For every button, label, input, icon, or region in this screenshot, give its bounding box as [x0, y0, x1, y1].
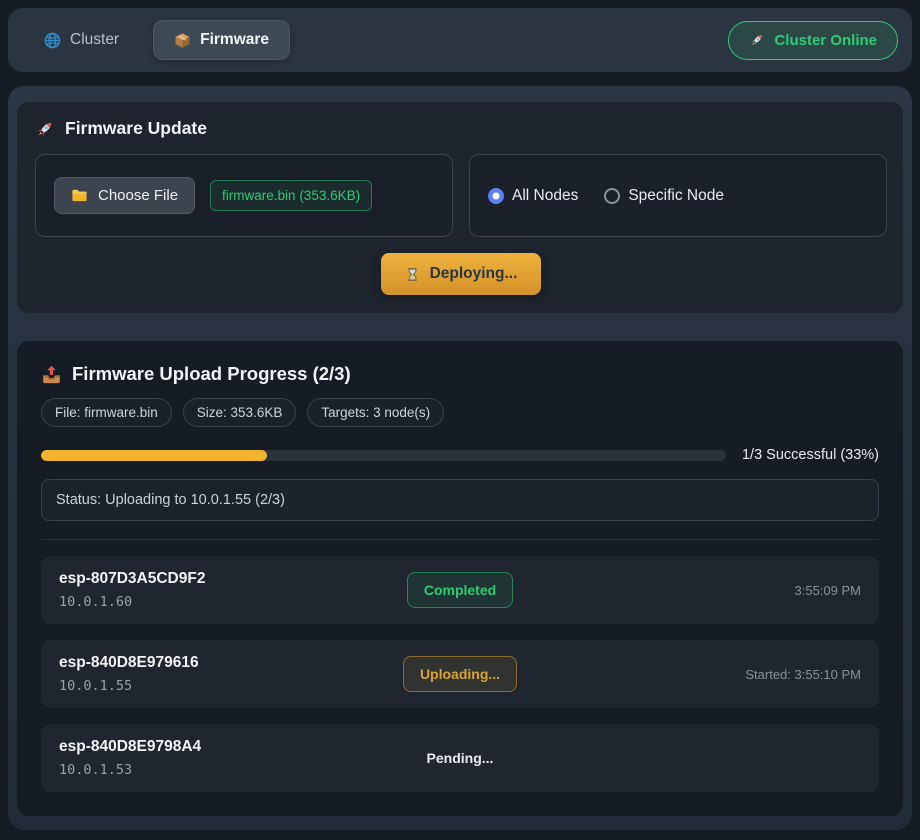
firmware-update-title: Firmware Update — [35, 118, 887, 139]
node-ip: 10.0.1.55 — [59, 678, 403, 694]
tab-cluster-label: Cluster — [70, 31, 119, 49]
node-row: esp-840D8E9798A4 10.0.1.53 Pending... — [41, 724, 879, 792]
package-icon — [174, 32, 191, 49]
progress-bar — [41, 450, 726, 461]
node-status-badge: Pending... — [427, 741, 494, 775]
upload-progress-card: Firmware Upload Progress (2/3) File: fir… — [17, 341, 903, 816]
node-name: esp-840D8E979616 — [59, 654, 403, 672]
file-select-panel: Choose File firmware.bin (353.6KB) — [35, 154, 453, 237]
deploy-button-label: Deploying... — [430, 265, 518, 283]
deploy-button[interactable]: Deploying... — [381, 253, 542, 295]
node-ip: 10.0.1.60 — [59, 594, 407, 610]
app-root: Cluster Firmware — [8, 8, 912, 830]
node-info: esp-807D3A5CD9F2 10.0.1.60 — [59, 570, 407, 610]
node-timestamp: Started: 3:55:10 PM — [745, 667, 861, 682]
nav-tabs: Cluster Firmware — [28, 20, 290, 60]
node-timestamp: 3:55:09 PM — [795, 583, 862, 598]
progress-label: 1/3 Successful (33%) — [742, 447, 879, 463]
choose-file-label: Choose File — [98, 187, 178, 204]
rocket-icon — [749, 32, 765, 48]
node-name: esp-807D3A5CD9F2 — [59, 570, 407, 588]
top-navbar: Cluster Firmware — [8, 8, 912, 72]
globe-icon — [44, 32, 61, 49]
node-row: esp-840D8E979616 10.0.1.55 Uploading... … — [41, 640, 879, 708]
tab-firmware-label: Firmware — [200, 31, 269, 49]
meta-badge-file: File: firmware.bin — [41, 398, 172, 427]
status-box: Status: Uploading to 10.0.1.55 (2/3) — [41, 479, 879, 521]
radio-specific-node-input[interactable] — [604, 188, 620, 204]
rocket-icon — [35, 119, 55, 139]
tab-firmware[interactable]: Firmware — [153, 20, 290, 60]
meta-badge-size: Size: 353.6KB — [183, 398, 297, 427]
firmware-update-title-text: Firmware Update — [65, 118, 207, 139]
selected-file-badge: firmware.bin (353.6KB) — [210, 180, 372, 211]
progress-row: 1/3 Successful (33%) — [41, 447, 879, 463]
progress-bar-fill — [41, 450, 267, 461]
radio-all-nodes-label: All Nodes — [512, 187, 578, 205]
upload-progress-title-text: Firmware Upload Progress (2/3) — [72, 363, 351, 385]
tab-cluster[interactable]: Cluster — [28, 20, 135, 60]
outbox-icon — [41, 364, 62, 385]
node-info: esp-840D8E979616 10.0.1.55 — [59, 654, 403, 694]
target-select-panel: All Nodes Specific Node — [469, 154, 887, 237]
node-target-radio-group: All Nodes Specific Node — [488, 187, 724, 205]
hourglass-icon — [405, 267, 420, 282]
radio-all-nodes-input[interactable] — [488, 188, 504, 204]
cluster-online-badge: Cluster Online — [728, 21, 898, 60]
node-status-badge: Uploading... — [403, 656, 517, 692]
divider — [41, 539, 879, 540]
deploy-row: Deploying... — [35, 253, 887, 295]
node-ip: 10.0.1.53 — [59, 762, 427, 778]
main-panel: Firmware Update Choose File firmware.bin… — [8, 86, 912, 830]
node-row: esp-807D3A5CD9F2 10.0.1.60 Completed 3:5… — [41, 556, 879, 624]
radio-all-nodes[interactable]: All Nodes — [488, 187, 578, 205]
cluster-online-label: Cluster Online — [774, 32, 877, 49]
node-status-badge: Completed — [407, 572, 513, 608]
node-info: esp-840D8E9798A4 10.0.1.53 — [59, 738, 427, 778]
update-controls: Choose File firmware.bin (353.6KB) All N… — [35, 154, 887, 237]
node-name: esp-840D8E9798A4 — [59, 738, 427, 756]
choose-file-button[interactable]: Choose File — [54, 177, 195, 214]
firmware-update-card: Firmware Update Choose File firmware.bin… — [17, 102, 903, 313]
folder-icon — [71, 187, 88, 204]
upload-meta-badges: File: firmware.bin Size: 353.6KB Targets… — [41, 398, 879, 427]
radio-specific-node[interactable]: Specific Node — [604, 187, 724, 205]
meta-badge-targets: Targets: 3 node(s) — [307, 398, 444, 427]
upload-progress-title: Firmware Upload Progress (2/3) — [41, 363, 879, 385]
radio-specific-node-label: Specific Node — [628, 187, 724, 205]
